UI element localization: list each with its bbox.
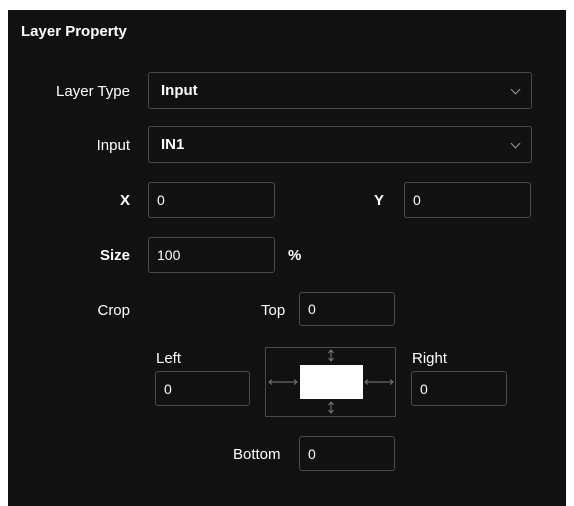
layer-type-value: Input	[161, 82, 198, 99]
crop-top-input[interactable]	[299, 292, 395, 326]
x-label: X	[119, 192, 130, 209]
input-value: IN1	[161, 136, 185, 153]
crop-right-input[interactable]	[411, 371, 507, 406]
input-select[interactable]: IN1	[148, 126, 532, 163]
crop-bottom-input[interactable]	[299, 436, 395, 471]
chevron-down-icon	[510, 138, 521, 148]
x-input[interactable]	[148, 182, 275, 218]
crop-preview	[265, 347, 396, 417]
size-input[interactable]	[148, 237, 275, 273]
crop-area[interactable]	[300, 365, 363, 399]
chevron-down-icon	[510, 84, 521, 94]
size-label: Size	[99, 247, 130, 264]
layer-type-label: Layer Type	[56, 83, 130, 100]
layer-property-panel: Layer Property Layer Type Input Input IN…	[8, 10, 566, 506]
panel-title: Layer Property	[21, 23, 127, 40]
crop-left-input[interactable]	[155, 371, 250, 406]
y-input[interactable]	[404, 182, 531, 218]
crop-top-label: Top	[261, 302, 286, 319]
size-unit: %	[288, 247, 302, 264]
crop-left-label: Left	[156, 350, 182, 367]
y-label: Y	[373, 192, 384, 209]
input-label: Input	[96, 137, 130, 154]
crop-bottom-label: Bottom	[233, 446, 281, 463]
layer-type-select[interactable]: Input	[148, 72, 532, 109]
crop-right-label: Right	[412, 350, 448, 367]
crop-label: Crop	[97, 302, 130, 319]
